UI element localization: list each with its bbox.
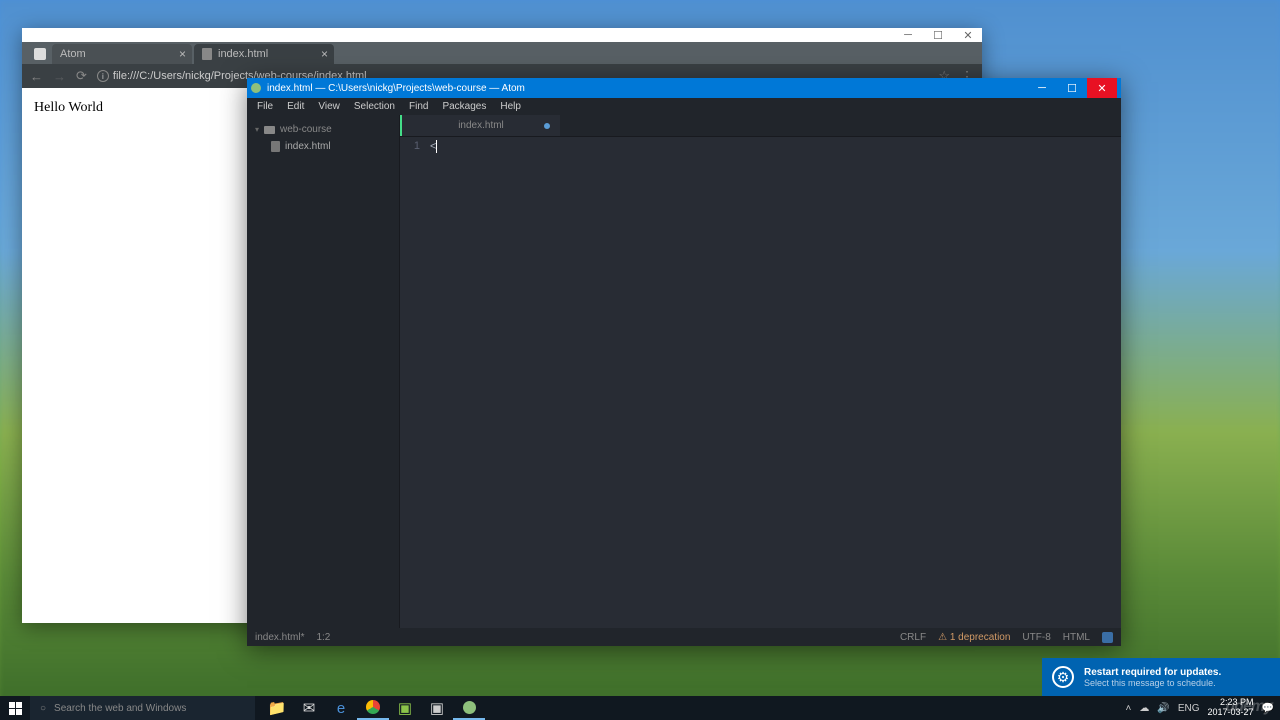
status-grammar[interactable]: HTML — [1063, 632, 1090, 643]
windows-logo-icon — [9, 702, 22, 715]
editor-tab[interactable]: index.html — [400, 115, 560, 136]
atom-window: index.html — C:\Users\nickg\Projects\web… — [247, 78, 1121, 646]
notification-subtitle: Select this message to schedule. — [1084, 678, 1221, 688]
start-button[interactable] — [0, 696, 30, 720]
close-icon[interactable]: × — [179, 47, 186, 61]
modified-indicator-icon — [544, 123, 550, 129]
edge-icon[interactable]: e — [325, 696, 357, 720]
menu-find[interactable]: Find — [403, 99, 434, 114]
menu-file[interactable]: File — [251, 99, 279, 114]
atom-logo-icon — [251, 83, 261, 93]
chrome-tab-index[interactable]: index.html × — [194, 44, 334, 64]
atom-titlebar[interactable]: index.html — C:\Users\nickg\Projects\web… — [247, 78, 1121, 98]
file-icon — [271, 141, 280, 152]
info-icon[interactable]: i — [97, 70, 109, 82]
minimize-button[interactable]: ─ — [1027, 78, 1057, 98]
chrome-icon[interactable] — [357, 696, 389, 720]
file-explorer-icon[interactable]: 📁 — [261, 696, 293, 720]
editor-pane: index.html 1 < — [400, 115, 1121, 628]
language-indicator[interactable]: ENG — [1178, 703, 1200, 714]
file-icon — [202, 48, 212, 60]
menu-help[interactable]: Help — [494, 99, 527, 114]
volume-icon[interactable]: 🔊 — [1157, 703, 1169, 714]
notification-title: Restart required for updates. — [1084, 667, 1221, 678]
update-notification[interactable]: ⚙ Restart required for updates. Select t… — [1042, 658, 1280, 696]
profile-icon[interactable] — [34, 48, 46, 60]
menu-bar: File Edit View Selection Find Packages H… — [247, 98, 1121, 115]
close-button[interactable]: ✕ — [1087, 78, 1117, 98]
chrome-titlebar: ─ ☐ ✕ — [22, 28, 982, 42]
folder-icon — [264, 126, 275, 134]
window-title: index.html — C:\Users\nickg\Projects\web… — [267, 83, 1027, 94]
mail-icon[interactable]: ✉ — [293, 696, 325, 720]
atom-taskbar-icon[interactable] — [453, 696, 485, 720]
tab-title: Atom — [60, 48, 86, 60]
taskbar-apps: 📁 ✉ e ▣ ▣ — [261, 696, 485, 720]
git-icon[interactable] — [1102, 632, 1113, 643]
status-line-ending[interactable]: CRLF — [900, 632, 926, 643]
notification-text: Restart required for updates. Select thi… — [1084, 667, 1221, 688]
editor-tabs: index.html — [400, 115, 1121, 137]
status-bar: index.html* 1:2 CRLF ⚠ 1 deprecation UTF… — [247, 628, 1121, 646]
close-icon[interactable]: × — [321, 47, 328, 61]
maximize-button[interactable]: ☐ — [1057, 78, 1087, 98]
minimize-button[interactable]: ─ — [902, 29, 914, 41]
line-gutter: 1 — [400, 140, 430, 628]
code-line: < — [430, 140, 437, 628]
search-icon: ○ — [40, 703, 46, 714]
status-position[interactable]: 1:2 — [316, 632, 330, 643]
search-input[interactable]: ○ Search the web and Windows — [30, 696, 255, 720]
search-placeholder: Search the web and Windows — [54, 703, 186, 714]
code-area[interactable]: 1 < — [400, 137, 1121, 628]
menu-packages[interactable]: Packages — [436, 99, 492, 114]
back-icon[interactable]: ← — [30, 69, 43, 84]
maximize-button[interactable]: ☐ — [932, 29, 944, 41]
folder-name: web-course — [280, 124, 332, 135]
gear-icon: ⚙ — [1052, 666, 1074, 688]
reload-icon[interactable]: ⟳ — [76, 68, 87, 84]
chevron-up-icon[interactable]: ˄ — [1126, 703, 1132, 714]
file-tree: web-course index.html — [247, 115, 400, 628]
onedrive-icon[interactable]: ☁ — [1139, 703, 1149, 714]
chrome-tabstrip: Atom × index.html × — [22, 42, 982, 64]
close-button[interactable]: ✕ — [962, 29, 974, 41]
taskbar: ○ Search the web and Windows 📁 ✉ e ▣ ▣ ˄… — [0, 696, 1280, 720]
chrome-tab-atom[interactable]: Atom × — [52, 44, 192, 64]
line-number: 1 — [400, 140, 420, 152]
menu-edit[interactable]: Edit — [281, 99, 310, 114]
tree-folder[interactable]: web-course — [247, 121, 399, 138]
cursor — [436, 140, 437, 153]
tab-label: index.html — [458, 120, 504, 131]
forward-icon[interactable]: → — [53, 69, 66, 84]
status-file[interactable]: index.html* — [255, 632, 304, 643]
menu-selection[interactable]: Selection — [348, 99, 401, 114]
file-name: index.html — [285, 141, 331, 152]
menu-view[interactable]: View — [312, 99, 346, 114]
app-icon[interactable]: ▣ — [389, 696, 421, 720]
app-icon[interactable]: ▣ — [421, 696, 453, 720]
watermark: udemy — [1225, 698, 1272, 716]
status-warning[interactable]: ⚠ 1 deprecation — [938, 632, 1010, 643]
status-encoding[interactable]: UTF-8 — [1022, 632, 1050, 643]
tab-title: index.html — [218, 48, 268, 60]
tree-file[interactable]: index.html — [247, 138, 399, 155]
